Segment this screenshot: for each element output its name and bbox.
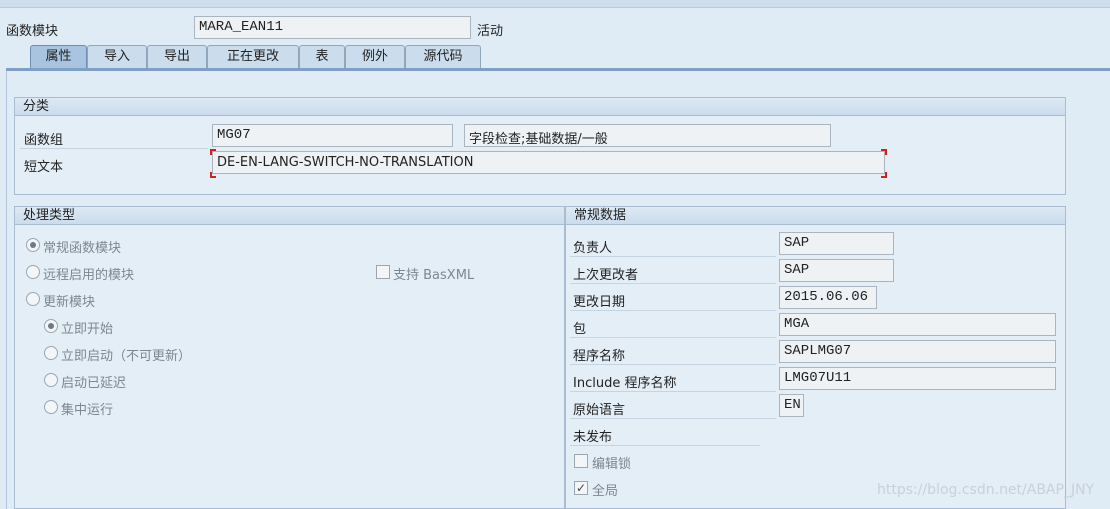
short-text-label: 短文本 — [24, 160, 64, 175]
start-delayed-label: 启动已延迟 — [61, 376, 127, 391]
row-divider — [570, 283, 776, 284]
update-module-label: 更新模块 — [43, 295, 96, 310]
focus-corner — [881, 149, 887, 155]
collective-run-label: 集中运行 — [61, 403, 114, 418]
tab-changing[interactable]: 正在更改 — [207, 45, 299, 69]
row-divider — [570, 418, 776, 419]
responsible-field: SAP — [779, 232, 894, 255]
original-language-label: 原始语言 — [573, 403, 626, 418]
not-released-label: 未发布 — [573, 430, 613, 445]
remote-enabled-label: 远程启用的模块 — [43, 268, 135, 283]
program-name-field: SAPLMG07 — [779, 340, 1056, 363]
checkbox-global[interactable]: ✓ — [574, 481, 588, 495]
focus-corner — [881, 172, 887, 178]
program-name-label: 程序名称 — [573, 349, 626, 364]
row-divider — [570, 337, 776, 338]
radio-remote-enabled[interactable] — [26, 265, 40, 279]
func-module-field[interactable]: MARA_EAN11 — [194, 16, 471, 39]
radio-start-delayed[interactable] — [44, 373, 58, 387]
tab-exceptions[interactable]: 例外 — [345, 45, 405, 69]
normal-module-label: 常规函数模块 — [43, 241, 122, 256]
tab-export[interactable]: 导出 — [147, 45, 207, 69]
processing-type-title: 处理类型 — [15, 207, 564, 225]
changed-on-label: 更改日期 — [573, 295, 626, 310]
package-field: MGA — [779, 313, 1056, 336]
package-label: 包 — [573, 322, 587, 337]
focus-corner — [210, 172, 216, 178]
changed-on-field: 2015.06.06 — [779, 286, 877, 309]
include-name-field: LMG07U11 — [779, 367, 1056, 390]
row-divider — [570, 391, 776, 392]
short-text-field[interactable]: DE-EN-LANG-SWITCH-NO-TRANSLATION — [212, 151, 885, 174]
tab-tables[interactable]: 表 — [299, 45, 345, 69]
start-immediately-label: 立即开始 — [61, 322, 114, 337]
responsible-label: 负责人 — [573, 241, 613, 256]
last-changed-by-field: SAP — [779, 259, 894, 282]
row-divider — [570, 256, 776, 257]
edit-lock-label: 编辑锁 — [592, 457, 632, 472]
tab-import[interactable]: 导入 — [87, 45, 147, 69]
radio-start-immediately[interactable] — [44, 319, 58, 333]
global-label: 全局 — [592, 484, 619, 499]
include-name-label: Include 程序名称 — [573, 376, 677, 391]
func-module-label: 函数模块 — [6, 24, 59, 39]
original-language-field: EN — [779, 394, 804, 417]
row-divider — [20, 148, 208, 149]
basxml-label: 支持 BasXML — [393, 268, 475, 283]
radio-normal-module[interactable] — [26, 238, 40, 252]
function-group-label: 函数组 — [24, 133, 64, 148]
function-group-desc-field: 字段检查;基础数据/一般 — [464, 124, 831, 147]
row-divider — [570, 445, 760, 446]
row-divider — [570, 310, 776, 311]
row-divider — [570, 364, 776, 365]
checkbox-edit-lock[interactable] — [574, 454, 588, 468]
watermark-text: https://blog.csdn.net/ABAP_JNY — [877, 482, 1095, 498]
status-text: 活动 — [477, 24, 504, 39]
top-strip — [0, 0, 1110, 8]
checkbox-basxml[interactable] — [376, 265, 390, 279]
general-data-title: 常规数据 — [566, 207, 1065, 225]
radio-collective-run[interactable] — [44, 400, 58, 414]
function-group-field[interactable]: MG07 — [212, 124, 453, 147]
radio-immediate-no-update[interactable] — [44, 346, 58, 360]
tab-attributes[interactable]: 属性 — [30, 45, 87, 69]
classification-title: 分类 — [15, 98, 1065, 116]
radio-update-module[interactable] — [26, 292, 40, 306]
immediate-no-update-label: 立即启动（不可更新） — [61, 349, 192, 364]
last-changed-by-label: 上次更改者 — [573, 268, 639, 283]
tab-source-code[interactable]: 源代码 — [405, 45, 481, 69]
focus-corner — [210, 149, 216, 155]
